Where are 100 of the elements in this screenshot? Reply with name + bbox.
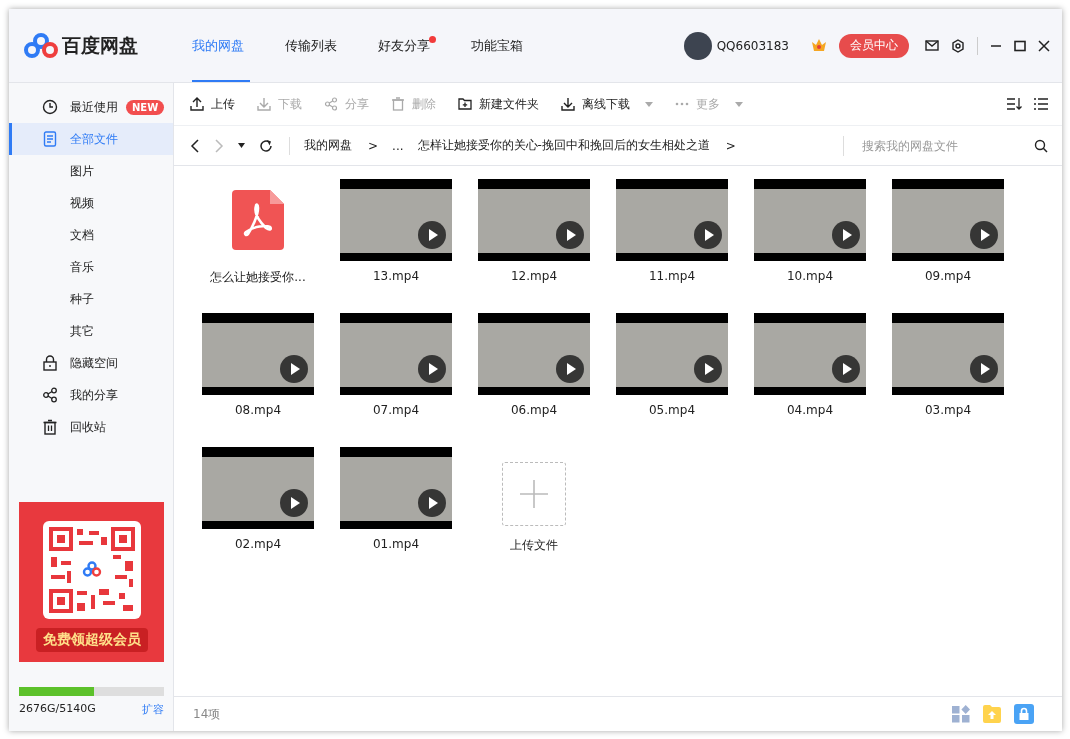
toolbar-button[interactable]: 离线下载 (561, 95, 653, 113)
breadcrumb-separator: > (368, 138, 379, 153)
back-icon[interactable] (190, 138, 200, 153)
play-icon[interactable] (418, 489, 446, 517)
lock-icon[interactable] (1014, 704, 1034, 724)
storage-reading: 2676G/5140G (19, 702, 96, 717)
video-thumbnail[interactable] (892, 179, 1004, 261)
video-thumbnail[interactable] (340, 179, 452, 261)
file-name[interactable]: 08.mp4 (235, 403, 281, 417)
video-thumbnail[interactable] (340, 313, 452, 395)
play-icon[interactable] (970, 355, 998, 383)
file-name[interactable]: 上传文件 (510, 537, 558, 554)
share-icon (42, 387, 58, 403)
promo-label: 免费领超级会员 (35, 628, 148, 652)
search-field[interactable]: 搜索我的网盘文件 (860, 137, 1024, 154)
video-thumbnail[interactable] (892, 313, 1004, 395)
crown-icon[interactable] (811, 38, 827, 53)
play-icon[interactable] (556, 221, 584, 249)
folder-plus-icon (458, 97, 472, 111)
maximize-icon[interactable] (1014, 39, 1026, 52)
download-icon (561, 97, 575, 111)
trash-icon (391, 97, 405, 111)
nav-tab[interactable]: 好友分享 (378, 9, 436, 82)
refresh-icon[interactable] (259, 138, 273, 153)
breadcrumb-link[interactable]: 我的网盘 (304, 137, 352, 154)
clock-icon (42, 99, 58, 115)
upload-icon (190, 97, 204, 111)
new-badge: NEW (126, 99, 165, 115)
video-thumbnail[interactable] (340, 447, 452, 529)
file-name[interactable]: 12.mp4 (511, 269, 557, 283)
file-name[interactable]: 10.mp4 (787, 269, 833, 283)
file-name[interactable]: 05.mp4 (649, 403, 695, 417)
sidebar-subitem[interactable]: 种子 (9, 283, 173, 315)
share-icon (324, 97, 338, 111)
sidebar-item[interactable]: 隐藏空间 (9, 347, 173, 379)
plus-icon (520, 480, 548, 508)
file-name[interactable]: 01.mp4 (373, 537, 419, 551)
download-icon (257, 97, 271, 111)
file-name[interactable]: 13.mp4 (373, 269, 419, 283)
file-name[interactable]: 02.mp4 (235, 537, 281, 551)
mail-icon[interactable] (925, 40, 939, 51)
breadcrumb-link[interactable]: 怎样让她接受你的关心-挽回中和挽回后的女生相处之道 (417, 137, 710, 154)
user-name: QQ6603183 (716, 38, 789, 53)
promo-banner[interactable]: 免费领超级会员 (19, 502, 164, 662)
video-thumbnail[interactable] (202, 313, 314, 395)
video-thumbnail[interactable] (478, 313, 590, 395)
video-thumbnail[interactable] (754, 179, 866, 261)
list-view-icon[interactable] (1034, 97, 1048, 111)
file-name[interactable]: 怎么让她接受你... (210, 269, 306, 286)
toolbar-button[interactable]: 新建文件夹 (458, 95, 539, 113)
caret-icon (735, 101, 743, 107)
sidebar-item[interactable]: 我的分享 (9, 379, 173, 411)
video-thumbnail[interactable] (202, 447, 314, 529)
sidebar-subitem[interactable]: 文档 (9, 219, 173, 251)
video-thumbnail[interactable] (616, 313, 728, 395)
expand-link[interactable]: 扩容 (142, 702, 164, 717)
item-count: 14项 (193, 705, 221, 723)
settings-icon[interactable] (951, 38, 965, 53)
play-icon[interactable] (556, 355, 584, 383)
video-thumbnail[interactable] (754, 313, 866, 395)
caret-icon (645, 101, 653, 107)
file-name[interactable]: 09.mp4 (925, 269, 971, 283)
sidebar-subitem[interactable]: 音乐 (9, 251, 173, 283)
sidebar-item[interactable]: 全部文件 (9, 123, 173, 155)
search-icon[interactable] (1034, 138, 1048, 153)
play-icon[interactable] (418, 221, 446, 249)
document-icon (42, 131, 58, 147)
pdf-file-icon[interactable] (232, 190, 284, 250)
video-thumbnail[interactable] (478, 179, 590, 261)
cloud-logo-icon (24, 32, 58, 59)
play-icon[interactable] (418, 355, 446, 383)
play-icon[interactable] (694, 355, 722, 383)
play-icon[interactable] (832, 221, 860, 249)
file-name[interactable]: 11.mp4 (649, 269, 695, 283)
file-name[interactable]: 04.mp4 (787, 403, 833, 417)
file-name[interactable]: 07.mp4 (373, 403, 419, 417)
play-icon[interactable] (280, 489, 308, 517)
sidebar-subitem[interactable]: 图片 (9, 155, 173, 187)
play-icon[interactable] (280, 355, 308, 383)
caret-icon[interactable] (238, 143, 245, 148)
file-name[interactable]: 03.mp4 (925, 403, 971, 417)
play-icon[interactable] (832, 355, 860, 383)
vip-center-button[interactable]: 会员中心 (839, 33, 909, 58)
sidebar-subitem[interactable]: 其它 (9, 315, 173, 347)
play-icon[interactable] (694, 221, 722, 249)
sidebar-item[interactable]: 回收站 (9, 411, 173, 443)
sidebar-subitem[interactable]: 视频 (9, 187, 173, 219)
nav-tab[interactable]: 传输列表 (285, 9, 343, 82)
breadcrumb-link[interactable]: ... (392, 138, 404, 153)
avatar[interactable] (683, 31, 712, 60)
video-thumbnail[interactable] (616, 179, 728, 261)
sort-icon[interactable] (1006, 97, 1022, 111)
nav-tab[interactable]: 我的网盘 (192, 9, 250, 82)
app-name: 百度网盘 (62, 32, 138, 58)
nav-tab[interactable]: 功能宝箱 (471, 9, 529, 82)
close-icon[interactable] (1038, 39, 1050, 52)
file-name[interactable]: 06.mp4 (511, 403, 557, 417)
toolbar-button[interactable]: 上传 (190, 95, 235, 113)
sidebar-item[interactable]: 最近使用 NEW (9, 91, 173, 123)
play-icon[interactable] (970, 221, 998, 249)
